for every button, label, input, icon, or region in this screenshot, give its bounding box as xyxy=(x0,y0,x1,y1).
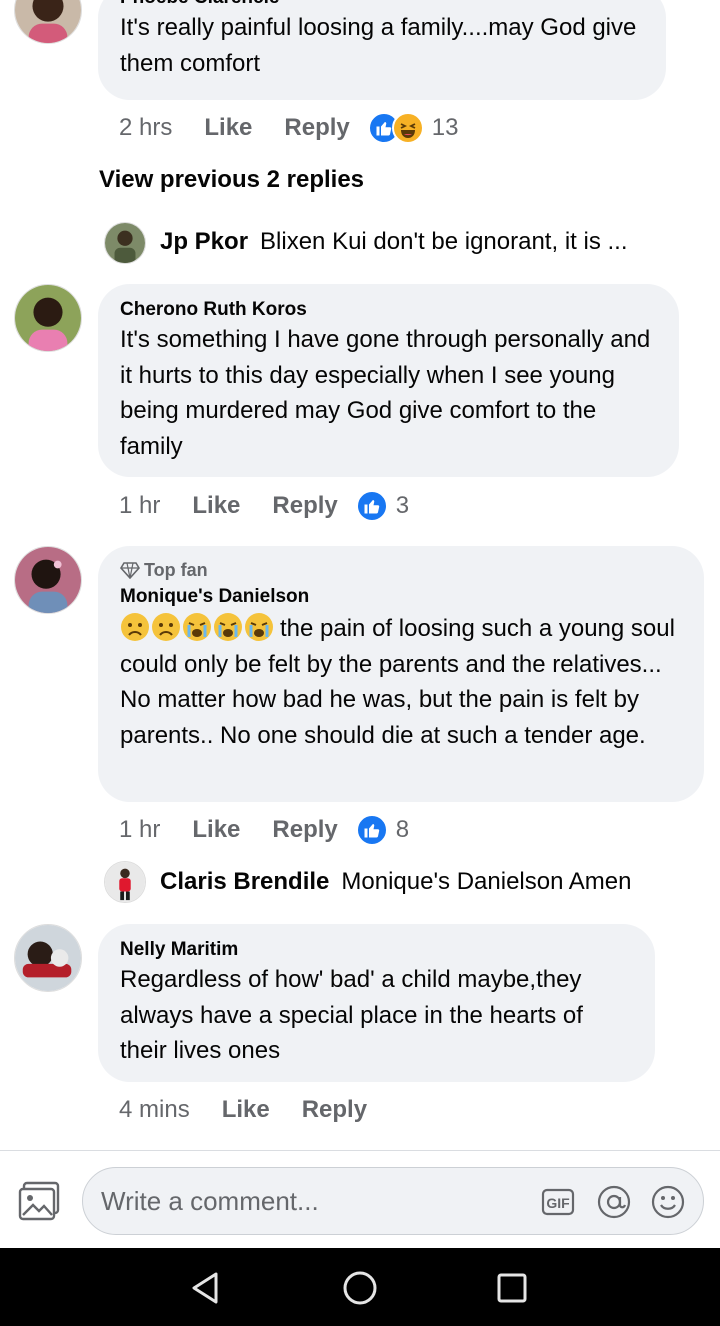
like-icon xyxy=(355,490,388,522)
reply-button[interactable]: Reply xyxy=(284,114,349,142)
comment-feed: Phoebe Clarencie It's really painful loo… xyxy=(0,0,720,1150)
avatar[interactable] xyxy=(104,222,146,264)
emoji-icon[interactable] xyxy=(651,1185,685,1219)
recents-icon[interactable] xyxy=(492,1268,532,1308)
comment-text-block: the pain of loosing such a young soul co… xyxy=(120,611,682,753)
gif-icon[interactable]: GIF xyxy=(541,1185,575,1219)
like-button[interactable]: Like xyxy=(192,492,240,520)
badge-label: Top fan xyxy=(144,560,208,580)
comment-time[interactable]: 2 hrs xyxy=(119,114,172,142)
crying-face-icon xyxy=(245,613,273,641)
avatar[interactable] xyxy=(14,0,82,44)
reply-preview[interactable]: Claris Brendile Monique's Danielson Amen xyxy=(160,868,632,896)
emoji-group xyxy=(120,612,274,642)
comment-input-container[interactable]: GIF xyxy=(82,1167,704,1235)
diamond-icon xyxy=(120,562,140,579)
reply-text: Monique's Danielson Amen xyxy=(341,868,632,895)
reply-button[interactable]: Reply xyxy=(272,816,337,844)
back-icon[interactable] xyxy=(186,1268,226,1308)
reply-button[interactable]: Reply xyxy=(272,492,337,520)
comment-time[interactable]: 4 mins xyxy=(119,1096,190,1124)
reaction-summary[interactable]: 3 xyxy=(355,490,410,522)
haha-icon xyxy=(391,112,424,144)
comment-author[interactable]: Monique's Danielson xyxy=(120,585,682,609)
like-button[interactable]: Like xyxy=(204,114,252,142)
top-fan-badge: Top fan xyxy=(120,558,682,582)
gif-label: GIF xyxy=(546,1195,570,1211)
avatar[interactable] xyxy=(104,861,146,903)
mention-icon[interactable] xyxy=(597,1185,631,1219)
avatar[interactable] xyxy=(14,924,82,992)
comment-text: It's really painful loosing a family....… xyxy=(120,14,637,77)
reaction-summary[interactable]: 8 xyxy=(355,814,410,846)
comment-bubble[interactable]: Phoebe Clarencie It's really painful loo… xyxy=(98,0,666,100)
comment-text: Regardless of how' bad' a child maybe,th… xyxy=(120,966,583,1064)
like-button[interactable]: Like xyxy=(192,816,240,844)
home-icon[interactable] xyxy=(340,1268,380,1308)
comment-actions: 1 hr Like Reply 3 xyxy=(119,488,409,524)
comment-author[interactable]: Phoebe Clarencie xyxy=(120,0,644,10)
sad-face-icon xyxy=(121,613,149,641)
comment-time[interactable]: 1 hr xyxy=(119,492,160,520)
like-icon xyxy=(355,814,388,846)
comment-author[interactable]: Cherono Ruth Koros xyxy=(120,298,657,322)
view-previous-replies-link[interactable]: View previous 2 replies xyxy=(99,166,364,194)
like-button[interactable]: Like xyxy=(222,1096,270,1124)
comment-input[interactable] xyxy=(101,1168,531,1234)
comment-bubble[interactable]: Top fan Monique's Danielson the pain of … xyxy=(98,546,704,802)
reply-author[interactable]: Jp Pkor xyxy=(160,228,248,256)
comment-actions: 2 hrs Like Reply 13 xyxy=(119,110,458,146)
crying-face-icon xyxy=(214,613,242,641)
reaction-count: 13 xyxy=(431,114,459,141)
system-navigation-bar xyxy=(0,1248,720,1326)
reaction-count: 8 xyxy=(395,816,410,843)
comment-bubble[interactable]: Cherono Ruth Koros It's something I have… xyxy=(98,284,679,477)
comment-text: It's something I have gone through perso… xyxy=(120,326,651,460)
comment-actions: 4 mins Like Reply xyxy=(119,1092,367,1128)
comment-author[interactable]: Nelly Maritim xyxy=(120,938,633,962)
reply-button[interactable]: Reply xyxy=(302,1096,367,1124)
crying-face-icon xyxy=(183,613,211,641)
reaction-count: 3 xyxy=(395,492,410,519)
reply-text: Blixen Kui don't be ignorant, it is ... xyxy=(260,228,628,255)
avatar[interactable] xyxy=(14,284,82,352)
avatar[interactable] xyxy=(14,546,82,614)
comment-composer: GIF xyxy=(0,1150,720,1248)
comment-time[interactable]: 1 hr xyxy=(119,816,160,844)
sad-face-icon xyxy=(152,613,180,641)
reply-author[interactable]: Claris Brendile xyxy=(160,868,329,896)
comment-bubble[interactable]: Nelly Maritim Regardless of how' bad' a … xyxy=(98,924,655,1082)
reaction-summary[interactable]: 13 xyxy=(367,112,459,144)
reply-preview[interactable]: Jp Pkor Blixen Kui don't be ignorant, it… xyxy=(160,228,627,256)
comment-actions: 1 hr Like Reply 8 xyxy=(119,812,409,848)
photo-icon[interactable] xyxy=(18,1181,60,1221)
